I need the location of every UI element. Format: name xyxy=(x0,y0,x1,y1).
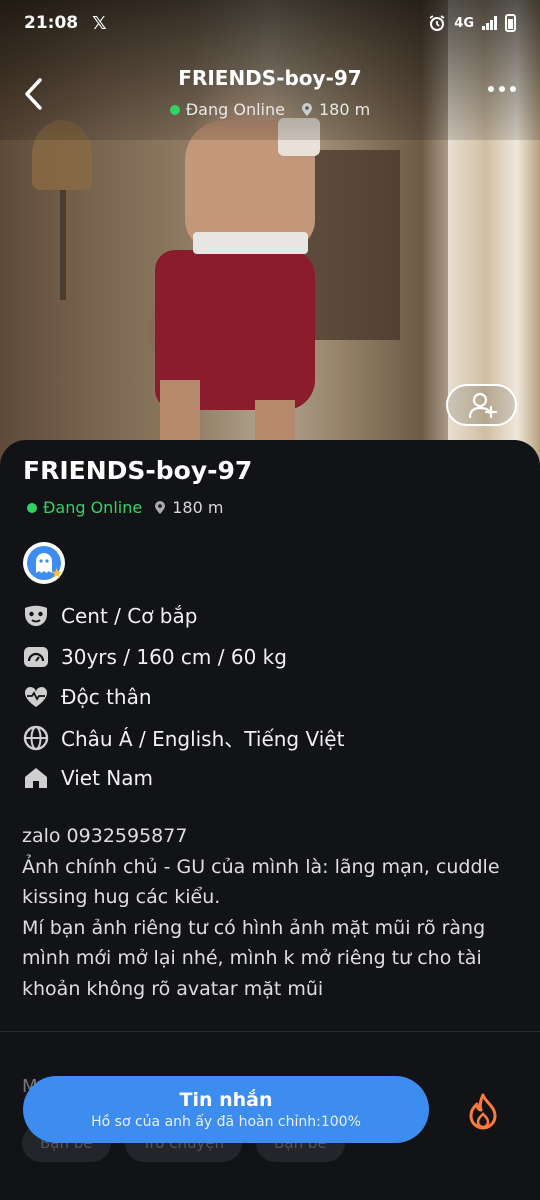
home-icon xyxy=(22,764,50,792)
info-text: Viet Nam xyxy=(61,766,154,791)
profile-distance-text: 180 m xyxy=(172,498,224,517)
dot-icon xyxy=(510,86,516,92)
info-row-relationship: Độc thân xyxy=(22,677,522,718)
mask-icon xyxy=(22,602,50,630)
dot-icon xyxy=(488,86,494,92)
header-online-text: Đang Online xyxy=(185,100,285,119)
ghost-badge-icon: ★ xyxy=(27,546,63,582)
add-friend-button[interactable] xyxy=(446,384,517,426)
info-row-languages: Châu Á / English、Tiếng Việt xyxy=(22,718,522,759)
message-button[interactable]: Tin nhắn Hồ sơ của anh ấy đã hoàn chỉnh:… xyxy=(23,1076,429,1143)
info-text: Cent / Cơ bắp xyxy=(61,604,198,629)
profile-online-text: Đang Online xyxy=(43,498,143,517)
header-status: Đang Online 180 m xyxy=(0,100,540,119)
profile-complete-text: Hồ sơ của anh ấy đã hoàn chỉnh:100% xyxy=(91,1114,361,1130)
info-text: 30yrs / 160 cm / 60 kg xyxy=(61,644,287,669)
add-user-icon xyxy=(468,392,497,419)
alarm-icon xyxy=(429,15,445,31)
status-bar: 21:08 𝕏 4G xyxy=(0,0,540,46)
info-row-country: Viet Nam xyxy=(22,758,522,799)
more-options-button[interactable] xyxy=(488,86,516,92)
x-app-icon: 𝕏 xyxy=(92,12,107,34)
info-row-type: Cent / Cơ bắp xyxy=(22,596,522,637)
profile-status-row: Đang Online 180 m xyxy=(27,498,223,517)
battery-icon xyxy=(505,14,516,32)
flame-icon xyxy=(469,1093,497,1130)
info-row-stats: 30yrs / 160 cm / 60 kg xyxy=(22,637,522,678)
location-pin-icon xyxy=(301,102,312,116)
header-distance: 180 m xyxy=(318,100,371,119)
header-title: FRIENDS-boy-97 xyxy=(178,66,362,90)
profile-distance: 180 m xyxy=(154,498,223,517)
info-text: Độc thân xyxy=(61,685,152,710)
status-time: 21:08 xyxy=(24,13,79,33)
message-button-label: Tin nhắn xyxy=(179,1089,273,1111)
info-text: Châu Á / English、Tiếng Việt xyxy=(61,727,345,752)
flame-button[interactable] xyxy=(462,1090,504,1132)
photo-subject-waistband xyxy=(193,232,308,254)
globe-icon xyxy=(22,724,50,752)
signal-icon xyxy=(482,16,497,30)
network-type: 4G xyxy=(454,15,474,31)
location-pin-icon xyxy=(155,500,166,514)
profile-name: FRIENDS-boy-97 xyxy=(23,456,253,485)
profile-bio: zalo 0932595877 Ảnh chính chủ - GU của m… xyxy=(22,825,500,1000)
dot-icon xyxy=(499,86,505,92)
section-divider xyxy=(0,1031,540,1032)
verified-badge[interactable]: ★ xyxy=(23,542,65,584)
heart-pulse-icon xyxy=(22,683,50,711)
online-dot-icon xyxy=(27,502,37,513)
star-icon: ★ xyxy=(50,566,63,582)
profile-info-list: Cent / Cơ bắp 30yrs / 160 cm / 60 kg Độc… xyxy=(22,596,522,799)
body-stats-icon xyxy=(22,643,50,671)
photo-bg-stand xyxy=(60,190,66,300)
online-dot-icon xyxy=(169,104,180,115)
